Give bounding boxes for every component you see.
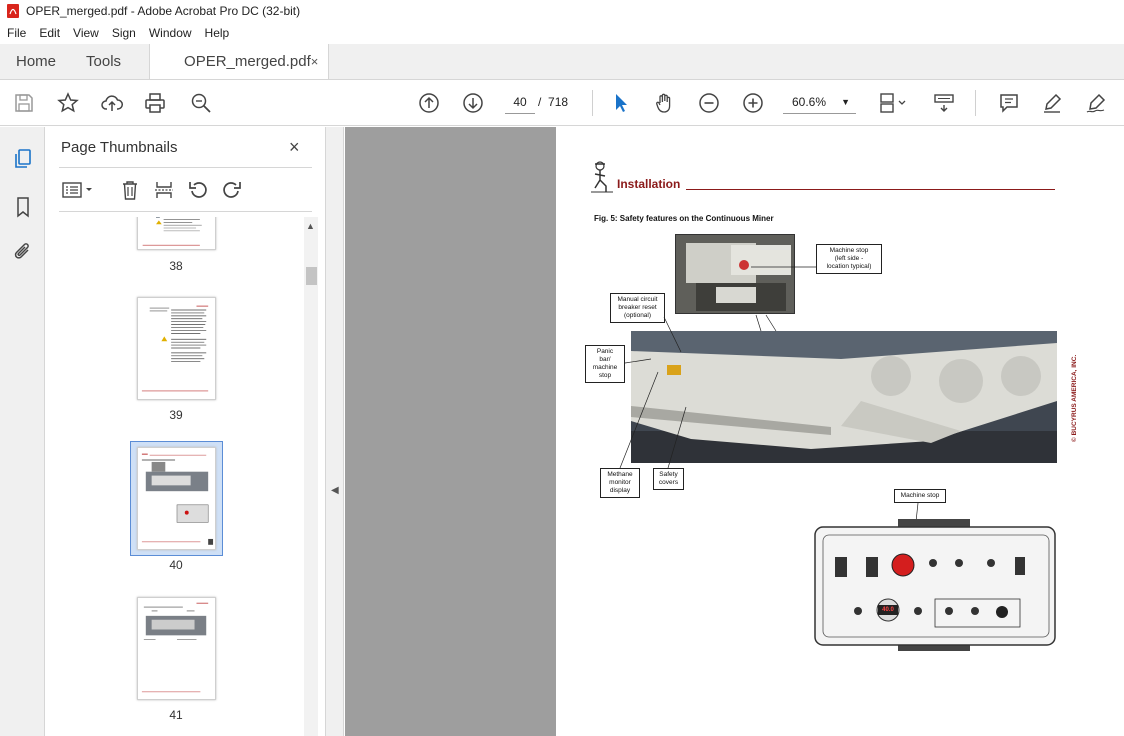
thumbnail-page-38[interactable] [137,217,216,250]
thumbnail-options-menu-icon[interactable] [59,177,99,203]
panel-splitter[interactable]: ◀ [325,127,344,736]
window-title: OPER_merged.pdf - Adobe Acrobat Pro DC (… [26,4,301,18]
thumbnail-label: 40 [169,558,183,572]
panel-title: Page Thumbnails [61,139,178,156]
highlight-pen-icon[interactable] [1040,91,1064,115]
print-icon[interactable] [143,91,167,115]
thumbnails-panel: Page Thumbnails × 38 39 40 41 ▲ [45,127,325,736]
zoom-level-select[interactable]: 60.6% ▼ [783,90,856,114]
zoom-in-icon[interactable] [741,91,765,115]
menu-window[interactable]: Window [142,26,198,40]
control-panel-drawing: 40.0 [813,519,1059,653]
hand-tool-icon[interactable] [653,91,677,115]
methane-display-readout: 40.0 [882,607,894,613]
page-number-input[interactable]: 40 [505,90,535,114]
pdf-page: Installation Fig. 5: Safety features on … [556,127,1124,736]
scroll-up-icon[interactable]: ▲ [306,221,315,231]
menu-sign[interactable]: Sign [105,26,142,40]
collapse-panel-icon[interactable]: ◀ [331,485,339,496]
find-zoom-icon[interactable] [189,91,213,115]
thumbnail-tools [59,177,312,207]
chevron-down-icon: ▼ [841,97,850,107]
menu-edit[interactable]: Edit [32,26,66,40]
document-viewport[interactable]: Installation Fig. 5: Safety features on … [345,127,1124,736]
thumbnail-label: 38 [169,259,183,273]
select-cursor-icon[interactable] [609,91,633,115]
sign-pen-icon[interactable] [1084,91,1108,115]
menu-file[interactable]: File [0,26,32,40]
menu-help[interactable]: Help [198,26,236,40]
thumbnail-page-39[interactable] [137,297,216,400]
thumbnail-label: 41 [169,708,183,722]
thumbnail-page-41[interactable] [137,597,216,700]
scrollbar-thumb[interactable] [306,267,317,285]
page-thumbnails-icon[interactable] [11,147,35,171]
acrobat-logo-icon [7,4,19,18]
toolbar-divider [592,90,593,116]
menu-view[interactable]: View [66,26,105,40]
zoom-level-value: 60.6% [792,95,827,109]
thumbnail-page-40[interactable] [137,447,216,550]
zoom-out-icon[interactable] [697,91,721,115]
attachments-paperclip-icon[interactable] [11,240,35,264]
page-count: 718 [548,95,569,109]
close-panel-icon[interactable]: × [289,137,300,158]
insert-page-icon[interactable] [151,177,177,203]
thumbnail-scrollbar[interactable]: ▲ [304,217,318,736]
upload-cloud-icon[interactable] [100,91,124,115]
rotate-clockwise-icon[interactable] [219,177,245,203]
next-page-icon[interactable] [461,91,485,115]
tab-tools[interactable]: Tools [70,44,135,79]
navigation-rail [0,127,45,736]
comment-icon[interactable] [997,91,1021,115]
bookmarks-icon[interactable] [11,195,35,219]
toolbar: 40 / 718 60.6% ▼ [0,80,1124,126]
copyright-vertical: © BUCYRUS AMERICA, INC. [1071,354,1078,442]
delete-page-trash-icon[interactable] [117,177,143,203]
keyboard-icon[interactable] [932,91,956,115]
save-icon[interactable] [12,91,36,115]
tab-document-label: OPER_merged.pdf [184,53,311,70]
previous-page-icon[interactable] [417,91,441,115]
menu-bar: File Edit View Sign Window Help [0,22,1124,44]
page-separator: / [538,95,542,109]
tab-home[interactable]: Home [0,44,70,79]
toolbar-divider [975,90,976,116]
tab-document[interactable]: OPER_merged.pdf × [149,44,330,79]
thumbnail-list: 38 39 40 41 [59,217,304,736]
tab-bar: Home Tools OPER_merged.pdf × [0,44,1124,80]
thumbnail-label: 39 [169,408,183,422]
rotate-counterclockwise-icon[interactable] [185,177,211,203]
page-fit-icon[interactable] [876,91,910,115]
panel-divider [59,167,312,168]
panel-divider [59,211,312,212]
tab-close-icon[interactable]: × [311,54,319,69]
title-bar: OPER_merged.pdf - Adobe Acrobat Pro DC (… [0,0,1124,22]
page-total: / 718 [538,90,568,114]
bookmark-star-icon[interactable] [56,91,80,115]
